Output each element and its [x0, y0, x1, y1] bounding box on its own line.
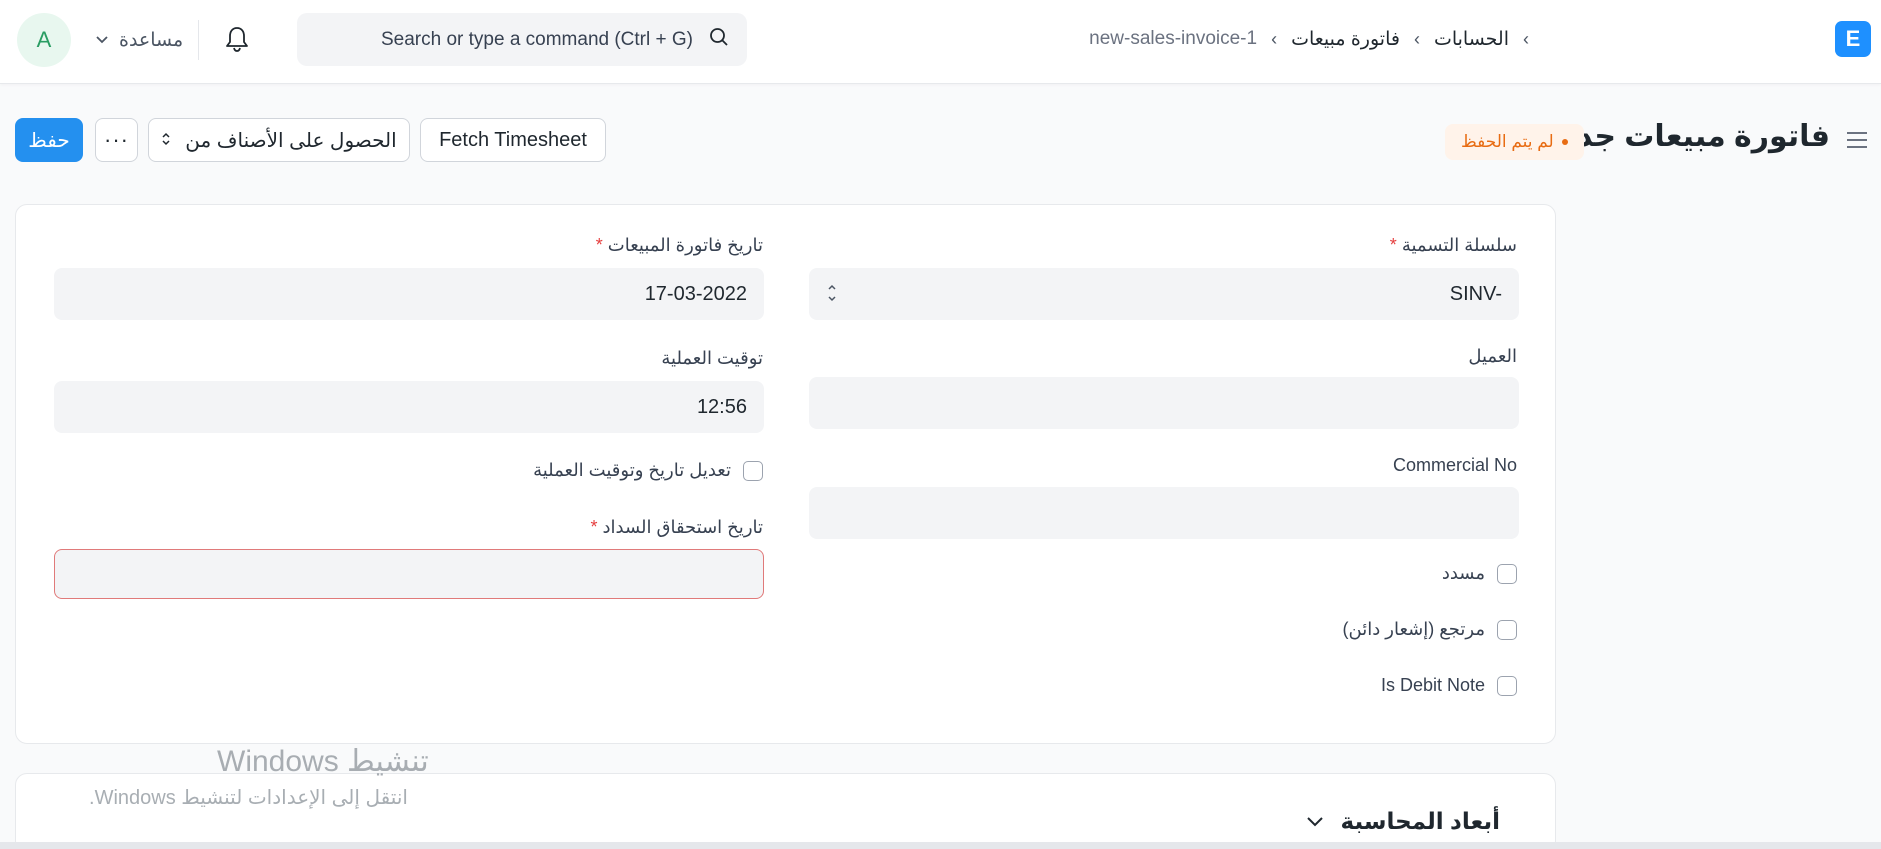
naming-series-select[interactable]: SINV-	[809, 268, 1519, 320]
status-label: لم يتم الحفظ	[1461, 132, 1554, 151]
search-input[interactable]: Search or type a command (Ctrl + G)	[381, 29, 693, 51]
more-actions-button[interactable]: ···	[95, 118, 138, 162]
select-arrows-icon	[161, 131, 171, 150]
get-items-from-button[interactable]: الحصول على الأصناف من	[148, 118, 410, 162]
naming-series-label: سلسلة التسمية *	[1384, 235, 1517, 256]
form-card: سلسلة التسمية * SINV- العميل Commercial …	[15, 204, 1556, 744]
status-badge: لم يتم الحفظ	[1445, 124, 1584, 160]
posting-date-label: تاريخ فاتورة المبيعات *	[590, 235, 763, 256]
naming-series-value: SINV-	[1449, 282, 1502, 305]
avatar[interactable]: A	[17, 13, 71, 67]
naming-series-label-text: سلسلة التسمية	[1401, 235, 1517, 255]
accounting-dimensions-header[interactable]: أبعاد المحاسبة	[1305, 808, 1500, 835]
commercial-no-field[interactable]	[809, 487, 1519, 539]
horizontal-scrollbar[interactable]	[0, 842, 1881, 849]
due-date-field[interactable]	[54, 549, 764, 599]
is-paid-checkbox[interactable]	[1497, 563, 1517, 584]
is-debit-note-label: Is Debit Note	[1380, 675, 1485, 695]
navbar: A مساعدة Search or type a command (Ctrl …	[0, 0, 1881, 84]
edit-posting-checkbox[interactable]	[743, 460, 763, 481]
due-date-label-text: تاريخ استحقاق السداد	[602, 517, 763, 537]
breadcrumb-separator: ›	[1523, 28, 1529, 49]
commercial-no-label: Commercial No	[1392, 455, 1517, 475]
chevron-down-icon	[1305, 808, 1325, 835]
help-label: مساعدة	[119, 29, 184, 51]
is-return-checkbox[interactable]	[1497, 619, 1517, 640]
is-return-row[interactable]: مرتجع (إشعار دائن)	[1343, 619, 1517, 640]
edit-posting-row[interactable]: تعديل تاريخ وتوقيت العملية	[533, 460, 763, 481]
status-dot-icon	[1561, 139, 1568, 145]
chevron-down-icon	[95, 32, 109, 48]
windows-activation-title: تنشيط Windows	[217, 745, 429, 778]
page-title: فاتورة مبيعات جديد	[1548, 120, 1830, 153]
is-paid-label: مسدد	[1441, 563, 1485, 583]
is-debit-note-checkbox[interactable]	[1497, 675, 1517, 696]
edit-posting-label: تعديل تاريخ وتوقيت العملية	[533, 460, 731, 480]
is-paid-row[interactable]: مسدد	[1442, 563, 1517, 584]
posting-time-label: توقيت العملية	[661, 348, 763, 368]
is-debit-note-row[interactable]: Is Debit Note	[1381, 675, 1517, 696]
notifications-bell-icon[interactable]	[222, 22, 252, 56]
breadcrumb: › الحسابات › فاتورة مبيعات › new-sales-i…	[1089, 24, 1529, 54]
accounting-dimensions-title: أبعاد المحاسبة	[1340, 808, 1500, 834]
breadcrumb-accounts[interactable]: الحسابات	[1434, 28, 1509, 51]
posting-date-label-text: تاريخ فاتورة المبيعات	[607, 235, 763, 255]
hamburger-menu-icon[interactable]	[1845, 128, 1869, 152]
search-icon	[709, 27, 729, 52]
required-mark: *	[590, 517, 598, 537]
save-button[interactable]: حفظ	[15, 118, 83, 162]
search-bar[interactable]: Search or type a command (Ctrl + G)	[297, 13, 747, 66]
posting-time-field[interactable]: 12:56	[54, 381, 764, 433]
breadcrumb-separator: ›	[1271, 28, 1278, 49]
fetch-timesheet-button[interactable]: Fetch Timesheet	[420, 118, 606, 162]
navbar-divider	[198, 20, 199, 60]
due-date-label: تاريخ استحقاق السداد *	[584, 517, 763, 538]
app-logo[interactable]: E	[1835, 21, 1871, 57]
required-mark: *	[1389, 235, 1397, 255]
required-mark: *	[595, 235, 603, 255]
help-dropdown[interactable]: مساعدة	[95, 24, 183, 56]
customer-field[interactable]	[809, 377, 1519, 429]
posting-date-field[interactable]: 17-03-2022	[54, 268, 764, 320]
breadcrumb-separator: ›	[1413, 28, 1420, 49]
select-arrows-icon	[827, 282, 837, 305]
customer-label: العميل	[1468, 346, 1517, 366]
is-return-label: مرتجع (إشعار دائن)	[1342, 619, 1485, 639]
windows-activation-subtitle: انتقل إلى الإعدادات لتنشيط Windows.	[89, 787, 408, 809]
breadcrumb-current-doc: new-sales-invoice-1	[1089, 28, 1258, 49]
get-items-label: الحصول على الأصناف من	[185, 129, 397, 152]
breadcrumb-sales-invoice[interactable]: فاتورة مبيعات	[1291, 28, 1400, 51]
